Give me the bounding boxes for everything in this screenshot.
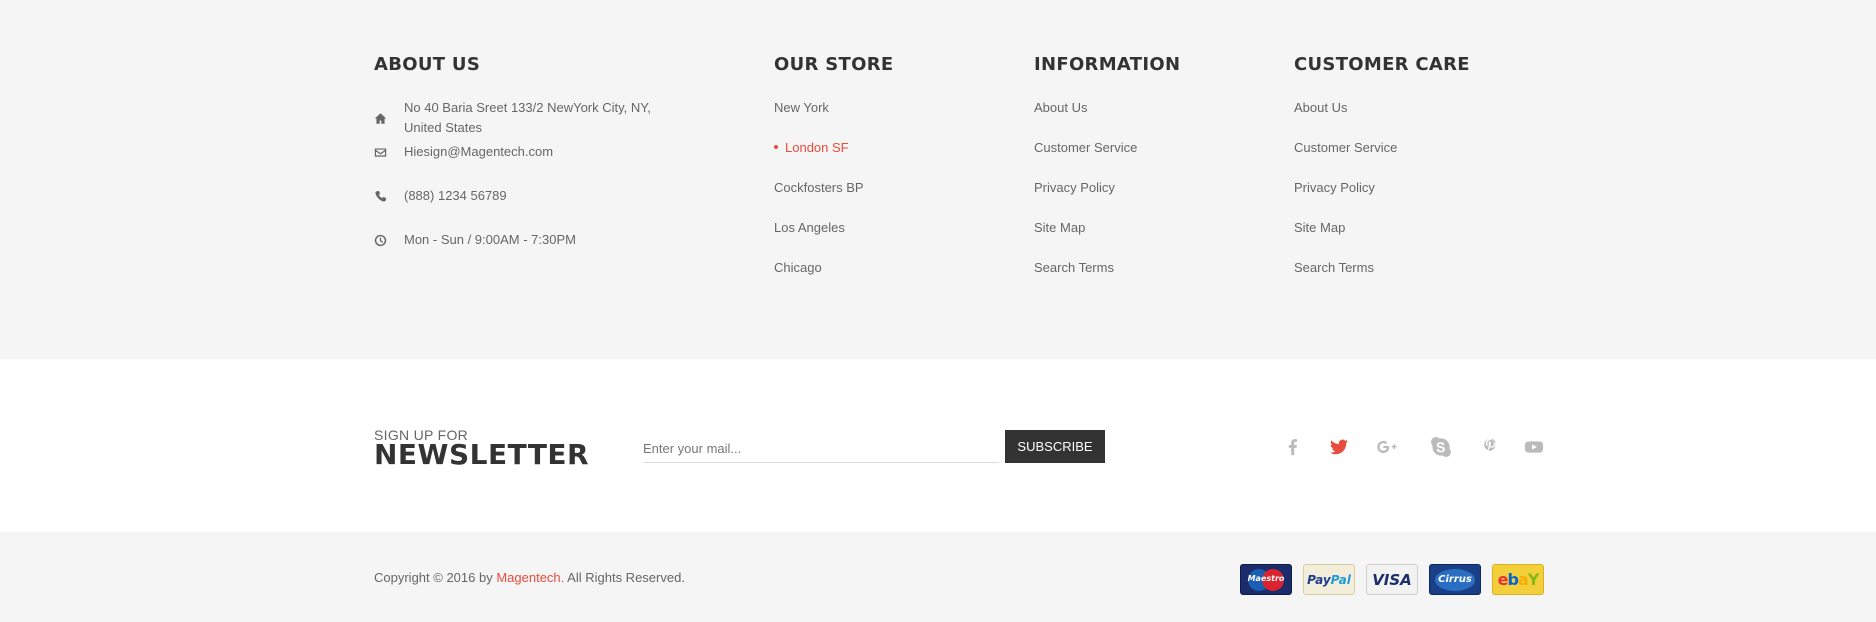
store-link-text[interactable]: New York xyxy=(774,100,829,115)
information-heading: INFORMATION xyxy=(1034,54,1181,75)
google-plus-icon[interactable] xyxy=(1374,436,1400,458)
about-us-heading: ABOUT US xyxy=(374,54,481,75)
info-link-text[interactable]: Site Map xyxy=(1034,220,1085,235)
care-link-privacy-policy[interactable]: Privacy Policy xyxy=(1294,178,1494,218)
care-link-about-us[interactable]: About Us xyxy=(1294,98,1494,138)
paypal-payment-icon: Pay Pal xyxy=(1303,564,1355,595)
store-link-text[interactable]: Cockfosters BP xyxy=(774,180,864,195)
twitter-icon[interactable] xyxy=(1327,436,1351,458)
store-link-text[interactable]: Chicago xyxy=(774,260,822,275)
store-link-new-york[interactable]: New York xyxy=(774,98,974,138)
information-list: About Us Customer Service Privacy Policy… xyxy=(1034,98,1234,298)
phone-icon xyxy=(374,186,404,206)
visa-payment-icon: VISA xyxy=(1366,564,1418,595)
store-link-los-angeles[interactable]: Los Angeles xyxy=(774,218,974,258)
visa-label: VISA xyxy=(1372,570,1412,589)
contact-hours: Mon - Sun / 9:00AM - 7:30PM xyxy=(374,230,674,250)
copyright-brand-link[interactable]: Magentech. xyxy=(496,570,564,585)
our-store-heading: OUR STORE xyxy=(774,54,894,75)
contact-address: No 40 Baria Sreet 133/2 NewYork City, NY… xyxy=(374,98,674,142)
care-link-text[interactable]: About Us xyxy=(1294,100,1347,115)
newsletter-title: NEWSLETTER xyxy=(374,438,590,471)
store-link-text[interactable]: London SF xyxy=(774,140,849,155)
home-icon xyxy=(374,108,404,128)
copyright-suffix: All Rights Reserved. xyxy=(564,570,685,585)
care-link-text[interactable]: Customer Service xyxy=(1294,140,1397,155)
care-link-text[interactable]: Site Map xyxy=(1294,220,1345,235)
info-link-privacy-policy[interactable]: Privacy Policy xyxy=(1034,178,1234,218)
care-link-site-map[interactable]: Site Map xyxy=(1294,218,1494,258)
clock-icon xyxy=(374,230,404,250)
store-link-text[interactable]: Los Angeles xyxy=(774,220,845,235)
skype-icon[interactable] xyxy=(1430,436,1452,458)
info-link-customer-service[interactable]: Customer Service xyxy=(1034,138,1234,178)
subscribe-button[interactable]: SUBSCRIBE xyxy=(1005,430,1105,463)
envelope-icon xyxy=(374,142,404,162)
info-link-text[interactable]: Privacy Policy xyxy=(1034,180,1115,195)
ebay-letter-y: Y xyxy=(1527,570,1540,589)
copyright-prefix: Copyright © 2016 by xyxy=(374,570,497,585)
customer-care-heading: CUSTOMER CARE xyxy=(1294,54,1470,75)
info-link-text[interactable]: Search Terms xyxy=(1034,260,1114,275)
cirrus-label: Cirrus xyxy=(1438,574,1472,585)
care-link-customer-service[interactable]: Customer Service xyxy=(1294,138,1494,178)
facebook-icon[interactable] xyxy=(1284,436,1302,458)
store-list: New York London SF Cockfosters BP Los An… xyxy=(774,98,974,298)
care-link-search-terms[interactable]: Search Terms xyxy=(1294,258,1494,298)
youtube-icon[interactable] xyxy=(1522,436,1546,458)
email-link[interactable]: Hiesign@Magentech.com xyxy=(404,142,553,162)
store-link-london-sf[interactable]: London SF xyxy=(774,138,974,178)
ebay-payment-icon: ebaY xyxy=(1492,564,1544,595)
newsletter-email-input[interactable] xyxy=(643,434,999,463)
phone-text: (888) 1234 56789 xyxy=(404,188,507,203)
ebay-letter-b: b xyxy=(1507,570,1519,589)
customer-care-column: CUSTOMER CARE About Us Customer Service … xyxy=(1294,54,1494,298)
care-link-text[interactable]: Search Terms xyxy=(1294,260,1374,275)
about-us-column: ABOUT US No 40 Baria Sreet 133/2 NewYork… xyxy=(374,54,674,250)
cirrus-payment-icon: Cirrus xyxy=(1429,564,1481,595)
store-link-chicago[interactable]: Chicago xyxy=(774,258,974,298)
info-link-text[interactable]: Customer Service xyxy=(1034,140,1137,155)
store-link-cockfosters-bp[interactable]: Cockfosters BP xyxy=(774,178,974,218)
ebay-letter-e: e xyxy=(1497,570,1509,589)
ebay-letter-a: a xyxy=(1517,570,1529,589)
our-store-column: OUR STORE New York London SF Cockfosters… xyxy=(774,54,974,298)
footer-top: ABOUT US No 40 Baria Sreet 133/2 NewYork… xyxy=(0,0,1876,359)
info-link-site-map[interactable]: Site Map xyxy=(1034,218,1234,258)
cirrus-logo: Cirrus xyxy=(1435,568,1475,591)
customer-care-list: About Us Customer Service Privacy Policy… xyxy=(1294,98,1494,298)
info-link-search-terms[interactable]: Search Terms xyxy=(1034,258,1234,298)
paypal-label-b: Pal xyxy=(1330,572,1351,587)
contact-email: Hiesign@Magentech.com xyxy=(374,142,674,186)
maestro-payment-icon: Maestro xyxy=(1240,564,1292,595)
maestro-logo: Maestro xyxy=(1246,568,1286,591)
care-link-text[interactable]: Privacy Policy xyxy=(1294,180,1375,195)
contact-list: No 40 Baria Sreet 133/2 NewYork City, NY… xyxy=(374,98,674,250)
hours-text: Mon - Sun / 9:00AM - 7:30PM xyxy=(404,232,576,247)
contact-phone: (888) 1234 56789 xyxy=(374,186,674,230)
paypal-label-a: Pay xyxy=(1307,572,1331,587)
pinterest-icon[interactable] xyxy=(1481,436,1499,458)
maestro-label: Maestro xyxy=(1247,573,1285,583)
address-text: No 40 Baria Sreet 133/2 NewYork City, NY… xyxy=(404,100,651,135)
footer-bottom xyxy=(0,532,1876,622)
info-link-text[interactable]: About Us xyxy=(1034,100,1087,115)
info-link-about-us[interactable]: About Us xyxy=(1034,98,1234,138)
information-column: INFORMATION About Us Customer Service Pr… xyxy=(1034,54,1234,298)
copyright-text: Copyright © 2016 by Magentech. All Right… xyxy=(374,570,685,585)
